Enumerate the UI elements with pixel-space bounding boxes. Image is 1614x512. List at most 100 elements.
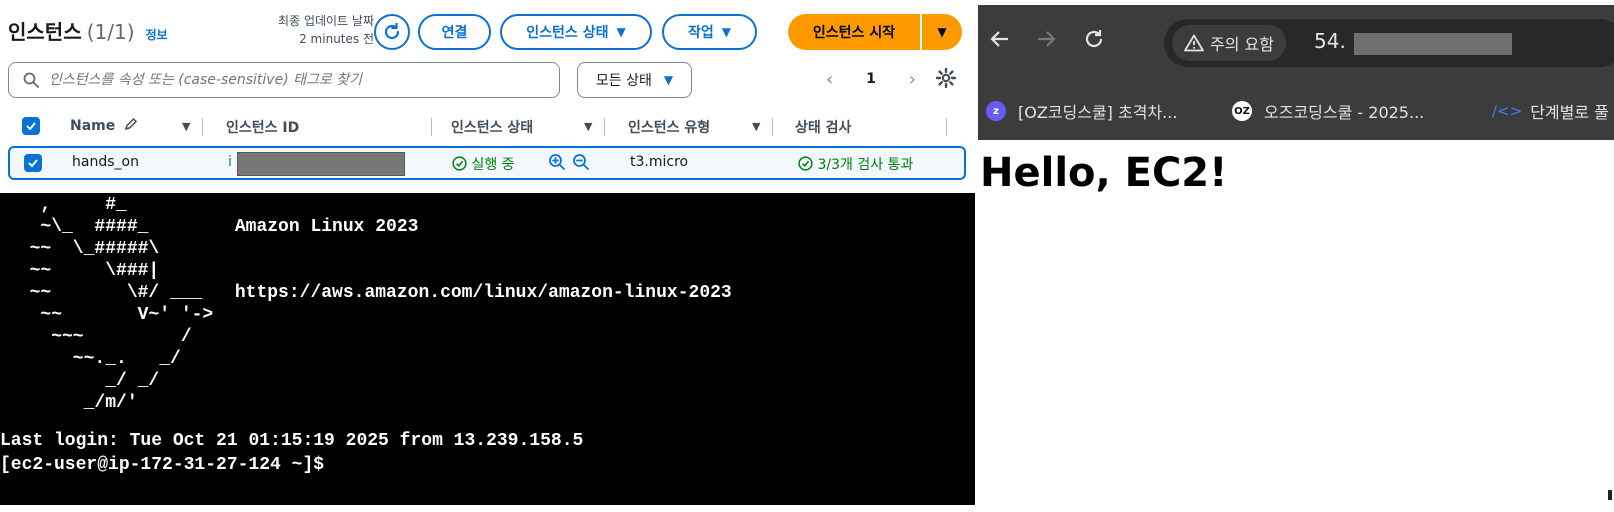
- actions-label: 작업: [688, 25, 714, 41]
- ascii-art-line: ~~ \#/ ___ https://aws.amazon.com/linux/…: [8, 283, 732, 303]
- ssh-terminal[interactable]: , #_ ~\_ ####_ Amazon Linux 2023 ~~ \_##…: [0, 193, 975, 505]
- oz-badge-icon: OZ: [1232, 101, 1252, 121]
- row-name: hands_on: [72, 154, 139, 170]
- bookmark-label: [OZ코딩스쿨] 초격차...: [1018, 103, 1178, 122]
- column-divider: [604, 118, 605, 136]
- column-name-label: Name: [70, 118, 116, 134]
- search-box[interactable]: [8, 62, 560, 98]
- instance-count: (1/1): [86, 20, 135, 44]
- address-bar[interactable]: 주의 요함 54.: [1164, 19, 1614, 67]
- sort-caret-icon[interactable]: ▼: [584, 120, 592, 133]
- check-icon: [26, 122, 36, 131]
- last-update-label: 최종 업데이트 날짜: [278, 14, 374, 28]
- chevron-left-icon[interactable]: ‹: [826, 69, 833, 90]
- check-icon: [28, 159, 38, 168]
- ascii-art-line: ~~._. _/: [8, 349, 181, 369]
- column-header-status-check[interactable]: 상태 검사: [795, 117, 851, 137]
- row-instance-type: t3.micro: [630, 154, 689, 170]
- column-divider: [431, 118, 432, 136]
- last-update-value: 2 minutes 전: [299, 32, 374, 46]
- column-header-instance-id[interactable]: 인스턴스 ID: [226, 117, 299, 137]
- last-login-line: Last login: Tue Oct 21 01:15:19 2025 fro…: [0, 431, 584, 451]
- column-divider: [202, 118, 203, 136]
- bookmark-item[interactable]: z [OZ코딩스쿨] 초격차...: [986, 99, 1177, 123]
- ascii-art-line: ~~~ /: [8, 327, 192, 347]
- sort-caret-icon[interactable]: ▼: [752, 120, 760, 133]
- redacted-instance-id: [237, 152, 405, 176]
- row-checkbox[interactable]: [24, 154, 42, 172]
- aws-instances-panel: 인스턴스 (1/1) 정보 최종 업데이트 날짜 2 minutes 전 연결 …: [0, 0, 975, 190]
- caret-down-icon: ▼: [937, 25, 947, 39]
- page-heading: Hello, EC2!: [980, 150, 1228, 196]
- scroll-indicator: [1608, 490, 1612, 500]
- search-icon: [23, 72, 39, 88]
- security-warning-label: 주의 요함: [1210, 35, 1274, 54]
- select-all-checkbox[interactable]: [22, 117, 40, 135]
- pencil-icon: [125, 117, 138, 131]
- search-input[interactable]: [47, 71, 547, 89]
- last-update: 최종 업데이트 날짜 2 minutes 전: [256, 12, 374, 48]
- column-divider: [946, 118, 947, 136]
- actions-button[interactable]: 작업 ▼: [662, 14, 757, 50]
- caret-down-icon: ▼: [616, 25, 626, 39]
- sort-caret-icon[interactable]: ▼: [182, 120, 190, 133]
- bookmark-label: 단계별로 풀: [1530, 103, 1609, 122]
- launch-instance-label: 인스턴스 시작: [812, 25, 896, 41]
- security-warning-chip[interactable]: 주의 요함: [1172, 25, 1286, 61]
- page-number[interactable]: 1: [866, 71, 876, 87]
- ascii-art-line: ~~ V~' '->: [8, 305, 214, 325]
- gear-icon[interactable]: [934, 66, 958, 90]
- status-filter-value: 모든 상태: [595, 73, 652, 89]
- pagination: ‹ 1 ›: [826, 64, 916, 94]
- bookmark-item[interactable]: OZ 오즈코딩스쿨 - 2025...: [1232, 99, 1424, 123]
- connect-label: 연결: [441, 25, 468, 41]
- browser-window: 주의 요함 54. z [OZ코딩스쿨] 초격차... OZ 오즈코딩스쿨 - …: [978, 5, 1614, 140]
- page-title: 인스턴스: [8, 20, 82, 44]
- ascii-art-line: ~~ \###|: [8, 261, 160, 281]
- instance-state-button[interactable]: 인스턴스 상태 ▼: [500, 14, 652, 50]
- connect-button[interactable]: 연결: [418, 14, 491, 50]
- warning-triangle-icon: [1184, 34, 1204, 52]
- z-badge-icon: z: [986, 101, 1006, 121]
- ascii-art-line: ~~ \_#####\: [8, 239, 160, 259]
- row-state: 실행 중: [452, 154, 515, 174]
- column-header-instance-state[interactable]: 인스턴스 상태: [451, 117, 533, 137]
- row-state-label: 실행 중: [471, 157, 515, 173]
- bookmark-item[interactable]: /<> 단계별로 풀: [1492, 99, 1609, 123]
- refresh-icon: [384, 22, 400, 40]
- column-header-instance-type[interactable]: 인스턴스 유형: [628, 117, 710, 137]
- caret-down-icon: ▼: [663, 73, 674, 87]
- caret-down-icon: ▼: [721, 25, 731, 39]
- row-status-check-label: 3/3개 검사 통과: [817, 157, 914, 173]
- status-filter-select[interactable]: 모든 상태 ▼: [577, 62, 692, 98]
- ascii-art-line: ~\_ ####_ Amazon Linux 2023: [8, 217, 419, 237]
- info-link[interactable]: 정보: [146, 28, 168, 42]
- zoom-out-icon[interactable]: [572, 153, 590, 175]
- check-circle-icon: [798, 156, 813, 171]
- shell-prompt[interactable]: [ec2-user@ip-172-31-27-124 ~]$: [0, 453, 324, 477]
- column-divider: [772, 118, 773, 136]
- zoom-in-icon[interactable]: [548, 153, 566, 175]
- reload-icon[interactable]: [1082, 27, 1106, 57]
- code-brackets-icon: /<>: [1492, 102, 1523, 120]
- ascii-art-line: _/ _/: [8, 371, 160, 391]
- refresh-button[interactable]: [374, 14, 410, 50]
- check-circle-icon: [452, 156, 467, 171]
- row-status-check[interactable]: 3/3개 검사 통과: [798, 154, 913, 174]
- ascii-art-line: , #_: [8, 195, 127, 215]
- chevron-right-icon[interactable]: ›: [909, 69, 916, 90]
- table-header: Name ▼ 인스턴스 ID 인스턴스 상태 ▼ 인스턴스 유형 ▼ 상태 검사: [0, 112, 975, 140]
- launch-instance-dropdown[interactable]: ▼: [922, 14, 962, 50]
- url-text[interactable]: 54.: [1314, 29, 1346, 53]
- forward-icon[interactable]: [1034, 27, 1058, 57]
- bookmark-label: 오즈코딩스쿨 - 2025...: [1264, 103, 1425, 122]
- redacted-url: [1354, 33, 1512, 55]
- launch-instance-button[interactable]: 인스턴스 시작: [788, 14, 920, 50]
- column-header-name[interactable]: Name: [70, 117, 138, 134]
- instances-header: 인스턴스 (1/1) 정보: [8, 16, 168, 45]
- row-instance-id-link[interactable]: i: [228, 154, 232, 170]
- instance-state-label: 인스턴스 상태: [526, 25, 609, 41]
- table-row[interactable]: hands_on i 실행 중 t3.micro 3/3개 검사 통과: [8, 146, 966, 180]
- ascii-art-line: _/m/': [8, 393, 138, 413]
- back-icon[interactable]: [988, 27, 1012, 57]
